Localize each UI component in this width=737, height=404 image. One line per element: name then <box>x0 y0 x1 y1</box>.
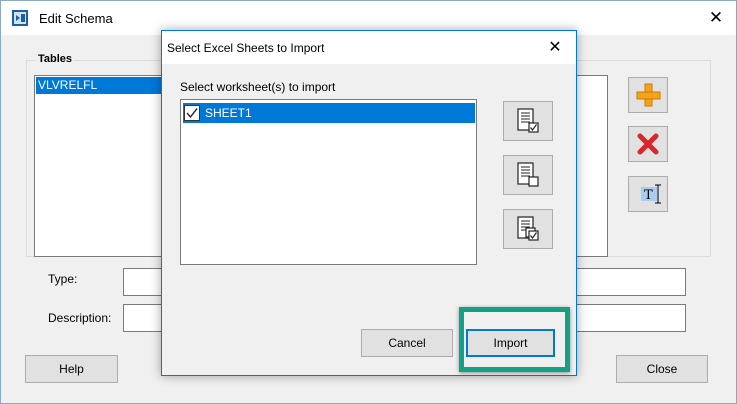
description-label: Description: <box>48 311 112 325</box>
import-highlight-box <box>459 307 570 372</box>
worksheet-list[interactable]: SHEET1 <box>180 99 477 265</box>
dialog-titlebar[interactable]: Select Excel Sheets to Import ✕ <box>162 31 576 64</box>
window-close-button[interactable]: ✕ <box>701 5 731 31</box>
worksheet-list-item[interactable]: SHEET1 <box>183 103 475 123</box>
invert-selection-icon <box>517 216 539 241</box>
plus-icon <box>636 83 661 107</box>
dialog-title: Select Excel Sheets to Import <box>167 41 325 55</box>
deselect-all-button[interactable] <box>503 155 553 195</box>
svg-text:T: T <box>644 188 653 203</box>
worksheet-checkbox[interactable] <box>184 105 200 121</box>
dialog-close-button[interactable]: ✕ <box>540 35 570 61</box>
close-button[interactable]: Close <box>616 355 708 383</box>
select-all-button[interactable] <box>503 101 553 141</box>
rename-icon: T <box>641 184 661 204</box>
app-icon <box>12 10 28 26</box>
select-all-icon <box>517 108 539 133</box>
window-title: Edit Schema <box>39 11 113 26</box>
cancel-button[interactable]: Cancel <box>361 329 453 357</box>
rename-table-button[interactable]: T <box>628 176 668 212</box>
help-button[interactable]: Help <box>25 355 118 383</box>
deselect-all-icon <box>517 162 539 187</box>
worksheet-label: Select worksheet(s) to import <box>180 80 336 94</box>
worksheet-name: SHEET1 <box>205 106 252 120</box>
delete-table-button[interactable] <box>628 126 668 162</box>
checkmark-icon <box>186 108 198 119</box>
invert-selection-button[interactable] <box>503 209 553 249</box>
type-label: Type: <box>48 272 78 286</box>
delete-icon <box>637 133 659 155</box>
add-table-button[interactable] <box>628 77 668 113</box>
tables-group-label: Tables <box>36 53 75 65</box>
